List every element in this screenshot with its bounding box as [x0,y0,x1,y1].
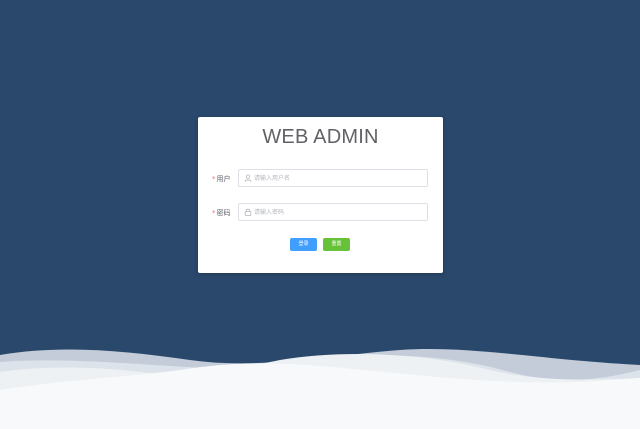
required-mark: * [212,175,216,183]
password-label-text: 密码 [216,209,231,217]
username-input[interactable] [254,171,424,185]
username-label-text: 用户 [216,175,231,183]
required-mark: * [212,209,216,217]
button-group: 登录 重置 [198,238,443,251]
login-card: WEB ADMIN *用户 *密码 [198,117,443,273]
login-page: WEB ADMIN *用户 *密码 [0,0,640,429]
reset-button[interactable]: 重置 [323,238,350,251]
page-title: WEB ADMIN [262,126,379,148]
username-row: *用户 [198,169,443,189]
password-field[interactable] [238,203,428,221]
user-icon [244,174,252,182]
password-row: *密码 [198,203,443,223]
username-field[interactable] [238,169,428,187]
password-label: *密码 [212,207,234,219]
username-label: *用户 [212,173,234,185]
lock-icon [244,208,252,216]
password-input[interactable] [254,205,424,219]
login-button[interactable]: 登录 [290,238,317,251]
